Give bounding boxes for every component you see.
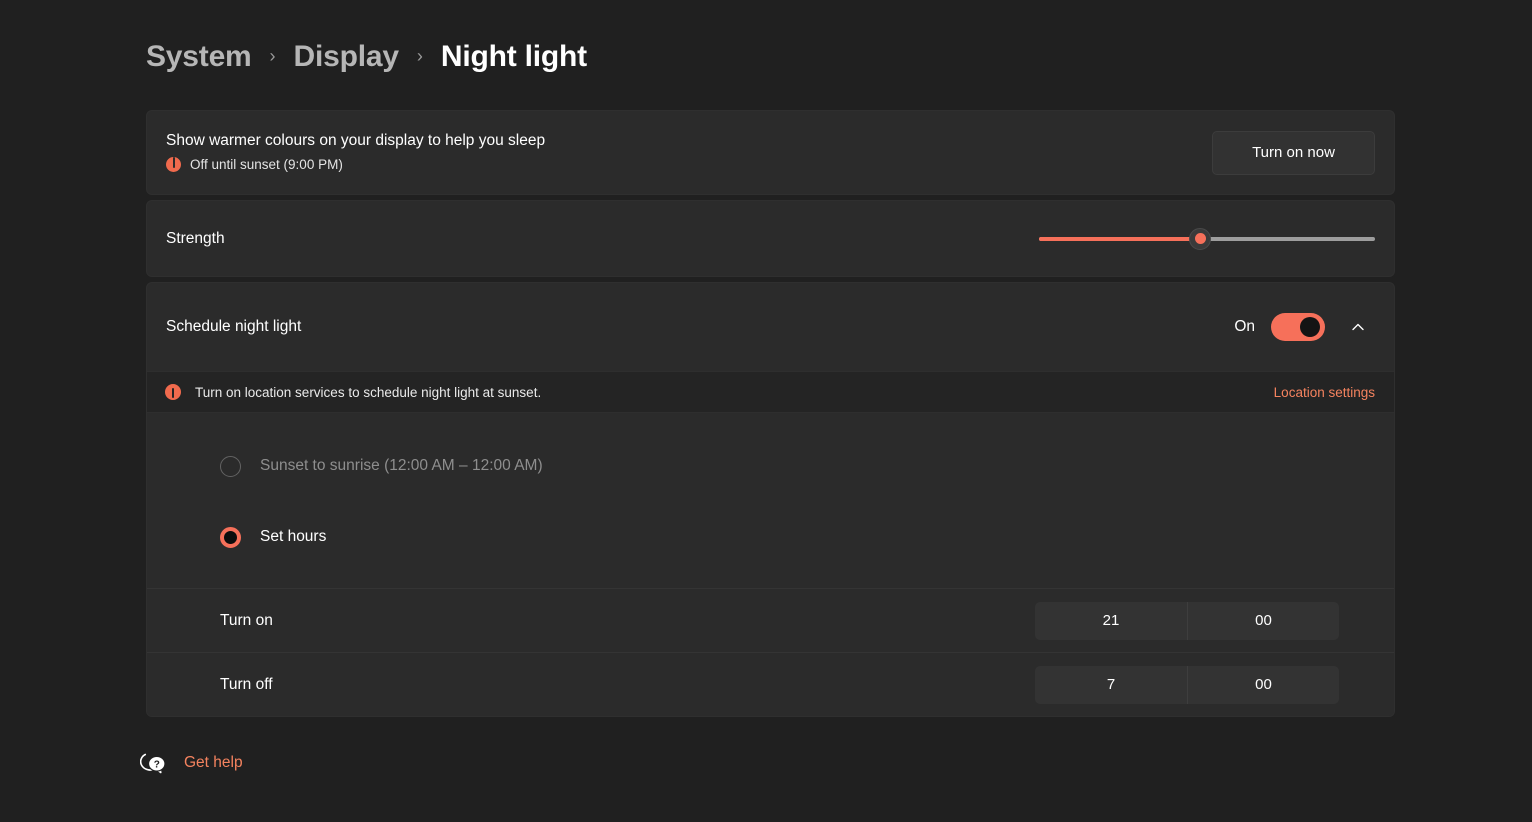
turn-off-time-picker[interactable]: 7 00 <box>1035 665 1339 704</box>
get-help-label: Get help <box>184 754 243 771</box>
slider-fill <box>1039 236 1201 241</box>
schedule-toggle[interactable] <box>1271 313 1325 341</box>
summary-text-group: Show warmer colours on your display to h… <box>166 133 545 172</box>
location-warning-banner: Turn on location services to schedule ni… <box>147 371 1394 413</box>
turn-off-minute-field[interactable]: 00 <box>1187 665 1339 704</box>
turn-off-label: Turn off <box>220 675 273 693</box>
chevron-up-icon <box>1352 323 1364 331</box>
turn-off-hour-field[interactable]: 7 <box>1035 666 1187 704</box>
schedule-expander-button[interactable] <box>1341 310 1375 344</box>
night-light-summary-card: Show warmer colours on your display to h… <box>146 110 1395 195</box>
settings-content: Show warmer colours on your display to h… <box>146 110 1395 722</box>
summary-title: Show warmer colours on your display to h… <box>166 132 546 150</box>
turn-on-hour-field[interactable]: 21 <box>1035 602 1187 640</box>
breadcrumb-separator-icon: › <box>269 46 276 66</box>
radio-label: Set hours <box>260 528 327 545</box>
schedule-header: Schedule night light On <box>147 283 1394 371</box>
info-icon <box>166 156 181 172</box>
strength-slider[interactable] <box>1039 223 1375 255</box>
location-warning-content: Turn on location services to schedule ni… <box>165 384 541 400</box>
schedule-label: Schedule night light <box>166 318 302 335</box>
turn-on-time-row: Turn on 21 00 <box>147 588 1394 652</box>
radio-option-sunset-to-sunrise[interactable]: Sunset to sunrise (12:00 AM – 12:00 AM) <box>147 445 1394 487</box>
breadcrumb-item-system[interactable]: System <box>146 40 252 74</box>
toggle-knob <box>1300 317 1320 337</box>
radio-icon <box>220 455 241 477</box>
radio-option-set-hours[interactable]: Set hours <box>147 516 1394 558</box>
turn-on-label: Turn on <box>220 611 273 629</box>
breadcrumb-separator-icon: › <box>416 46 423 66</box>
turn-on-minute-field[interactable]: 00 <box>1187 601 1339 640</box>
strength-label: Strength <box>166 229 225 247</box>
alert-icon <box>165 384 181 400</box>
breadcrumb-item-display[interactable]: Display <box>294 40 400 74</box>
breadcrumb: System › Display › Night light <box>146 40 587 88</box>
location-warning-text: Turn on location services to schedule ni… <box>195 384 542 400</box>
get-help-link[interactable]: ? Get help <box>140 748 243 778</box>
radio-icon-selected <box>220 526 241 548</box>
strength-card: Strength <box>146 200 1395 277</box>
schedule-night-light-card: Schedule night light On Turn on location… <box>146 282 1395 717</box>
help-bubble-icon: ? <box>140 753 166 774</box>
svg-text:?: ? <box>154 760 160 771</box>
location-settings-link[interactable]: Location settings <box>1274 385 1375 400</box>
summary-status-text: Off until sunset (9:00 PM) <box>190 156 343 172</box>
turn-on-now-button[interactable]: Turn on now <box>1212 130 1375 175</box>
schedule-controls: On <box>1234 310 1375 344</box>
schedule-toggle-state-label: On <box>1234 318 1255 335</box>
turn-off-time-row: Turn off 7 00 <box>147 652 1394 716</box>
schedule-options-group: Sunset to sunrise (12:00 AM – 12:00 AM) … <box>147 413 1394 588</box>
slider-thumb[interactable] <box>1189 227 1212 250</box>
summary-status: Off until sunset (9:00 PM) <box>166 156 545 172</box>
page-title: Night light <box>440 40 587 73</box>
radio-label: Sunset to sunrise (12:00 AM – 12:00 AM) <box>260 457 543 474</box>
turn-on-time-picker[interactable]: 21 00 <box>1035 601 1339 640</box>
